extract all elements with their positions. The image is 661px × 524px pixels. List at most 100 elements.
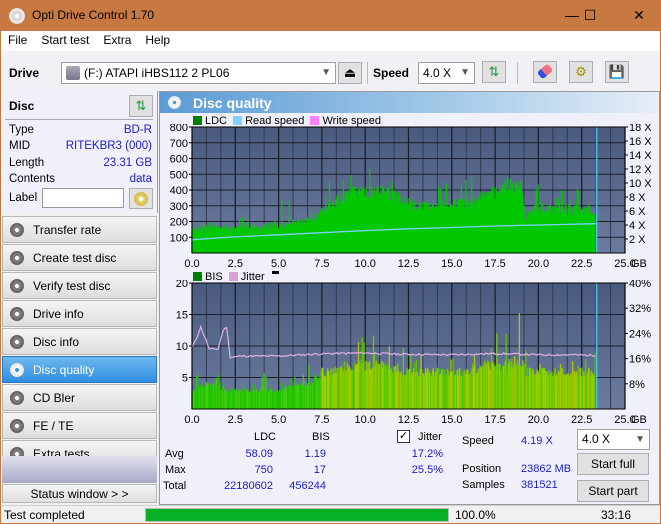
y2-tick-label: 40%	[629, 280, 651, 290]
y-tick-label: 5	[182, 373, 188, 385]
jitter-label: Jitter	[418, 431, 442, 443]
save-icon: 💾	[608, 64, 626, 79]
progress-fill	[146, 509, 448, 521]
label-label: Label	[9, 192, 38, 204]
length-label: Length	[9, 157, 45, 169]
close-button[interactable]: ✕	[624, 4, 654, 26]
y-tick-label: 700	[170, 138, 188, 150]
chevron-down-icon: ▼	[635, 434, 645, 445]
nav-label: Verify test disc	[33, 279, 111, 293]
start-full-button[interactable]: Start full	[577, 453, 649, 475]
panel-header: Disc quality	[160, 92, 659, 113]
x-tick-label: 12.5	[398, 258, 419, 270]
y2-tick-label: 24%	[629, 328, 651, 340]
samples-label: Samples	[462, 479, 505, 491]
y2-tick-label: 14 X	[629, 150, 652, 162]
disc-icon	[10, 279, 24, 293]
nav-drive-info[interactable]: Drive info	[2, 300, 157, 327]
legend-marker	[271, 271, 279, 274]
x-tick-label: 7.5	[314, 258, 329, 270]
nav-transfer-rate[interactable]: Transfer rate	[2, 216, 157, 243]
y2-tick-label: 12 X	[629, 164, 652, 176]
x-tick-label: 17.5	[484, 258, 505, 270]
max-label: Max	[165, 464, 186, 476]
sidebar: Disc ⇅ Type BD-R MID RITEKBR3 (000) Length…	[1, 91, 158, 505]
menu-help[interactable]: Help	[138, 31, 177, 47]
erase-button[interactable]	[533, 61, 557, 83]
label-disc-button[interactable]	[129, 188, 153, 209]
x-tick-label: 22.5	[571, 258, 592, 270]
nav-spacer	[2, 456, 157, 483]
erase-icon	[536, 63, 554, 80]
y2-tick-label: 16 X	[629, 136, 652, 148]
x-tick-label: 10.0	[354, 414, 375, 426]
samples-value: 381521	[521, 479, 558, 491]
toolbar: Drive (F:) ATAPI iHBS112 2 PL06 ▼ ⏏ Spee…	[1, 51, 660, 91]
settings-button[interactable]: ⚙	[569, 61, 593, 83]
menu-file[interactable]: File	[1, 31, 34, 47]
x-tick-label: 5.0	[271, 414, 286, 426]
menu-extra[interactable]: Extra	[96, 31, 138, 47]
avg-label: Avg	[165, 448, 184, 460]
maximize-button[interactable]: ☐	[575, 4, 605, 26]
y-tick-label: 200	[170, 217, 188, 229]
start-part-button[interactable]: Start part	[577, 480, 649, 502]
nav-label: CD Bler	[33, 391, 76, 405]
y2-tick-label: 16%	[629, 354, 651, 366]
x-tick-label: 15.0	[441, 414, 462, 426]
y-tick-label: 400	[170, 185, 188, 197]
col-bis-header: BIS	[312, 431, 330, 443]
test-speed-select[interactable]: 4.0 X ▼	[577, 429, 650, 450]
refresh-icon: ⇅	[135, 98, 147, 113]
chevron-down-icon: ▼	[321, 67, 331, 78]
y2-tick-label: 6 X	[629, 206, 646, 218]
x-axis-label: GB	[631, 258, 647, 270]
label-input[interactable]	[42, 188, 124, 208]
nav-cd-bler[interactable]: CD Bler	[2, 384, 157, 411]
disc-icon	[10, 419, 24, 433]
status-window-button[interactable]: Status window > >	[2, 484, 157, 503]
nav-label: Create test disc	[33, 251, 117, 265]
total-ldc: 22180602	[224, 480, 273, 492]
x-tick-label: 2.5	[228, 258, 243, 270]
nav-disc-info[interactable]: Disc info	[2, 328, 157, 355]
test-speed-value: 4.0 X	[582, 432, 611, 446]
x-axis-label: GB	[631, 414, 647, 426]
speed-select[interactable]: 4.0 X ▼	[418, 62, 475, 84]
y2-tick-label: 18 X	[629, 124, 652, 134]
status-text: Test completed	[4, 508, 85, 522]
menu-start-test[interactable]: Start test	[34, 31, 96, 47]
disc-icon	[10, 307, 24, 321]
disc-icon	[10, 335, 24, 349]
mid-label: MID	[9, 140, 31, 152]
elapsed-time: 33:16	[601, 508, 632, 522]
eject-button[interactable]: ⏏	[338, 62, 362, 84]
length-value: 23.31 GB	[103, 157, 152, 169]
drive-label: Drive	[9, 66, 40, 80]
disc-quality-panel: Disc quality LDC Read speed Write speed …	[159, 91, 660, 505]
status-window-label: Status window > >	[30, 487, 129, 501]
x-tick-label: 20.0	[528, 258, 549, 270]
nav-create-test-disc[interactable]: Create test disc	[2, 244, 157, 271]
y2-tick-label: 8%	[629, 379, 645, 391]
progress-text: 100.0%	[455, 508, 496, 522]
nav-fe-te[interactable]: FE / TE	[2, 412, 157, 439]
x-tick-label: 0.0	[184, 414, 199, 426]
nav-disc-quality[interactable]: Disc quality	[2, 356, 157, 383]
disc-icon	[10, 391, 24, 405]
y2-tick-label: 10 X	[629, 178, 652, 190]
jitter-checkbox[interactable]: ✓	[397, 430, 410, 443]
save-button[interactable]: 💾	[605, 61, 629, 83]
avg-ldc: 58.09	[245, 448, 273, 460]
speed-label: Speed	[462, 435, 494, 447]
refresh-button[interactable]: ⇅	[482, 61, 506, 83]
toolbar-divider	[367, 62, 368, 84]
bis-chart: 5 10 15 20 8% 16% 24% 32% 40% 0.0 2.5 5.0 7.5 10.0 12.…	[176, 280, 651, 426]
nav-verify-test-disc[interactable]: Verify test disc	[2, 272, 157, 299]
disc-refresh-button[interactable]: ⇅	[129, 95, 153, 117]
x-tick-label: 17.5	[484, 414, 505, 426]
speed-label: Speed	[373, 66, 410, 80]
drive-select[interactable]: (F:) ATAPI iHBS112 2 PL06 ▼	[61, 62, 336, 84]
refresh-icon: ⇅	[488, 64, 500, 79]
col-ldc-header: LDC	[254, 431, 277, 443]
